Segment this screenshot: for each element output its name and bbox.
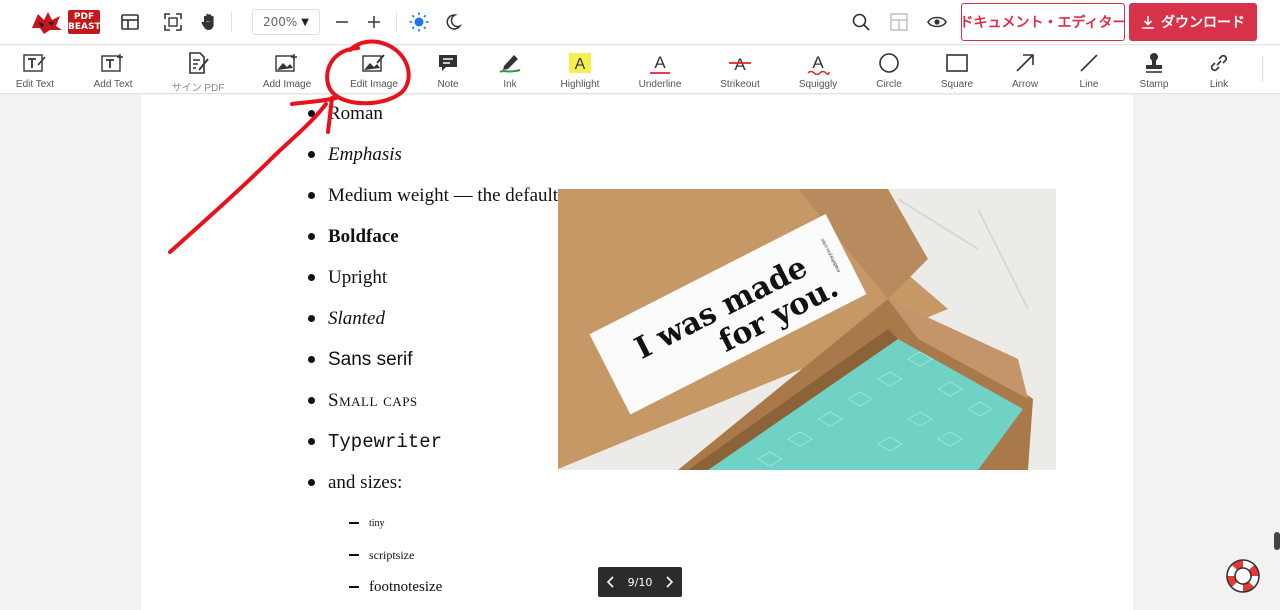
list-item: tiny (349, 507, 442, 539)
zoom-in-icon[interactable] (360, 8, 388, 36)
scrollbar-thumb[interactable] (1274, 532, 1280, 550)
tool-underline[interactable]: A Underline (620, 50, 700, 90)
squiggly-icon: A (807, 53, 830, 75)
square-icon (946, 54, 968, 72)
edit-image-icon (362, 54, 385, 72)
page-indicator: 9/10 (627, 575, 653, 589)
layout-icon[interactable] (116, 8, 144, 36)
next-page-icon[interactable] (661, 572, 677, 592)
circle-icon (879, 53, 899, 73)
embedded-photo[interactable]: I was made for you. madeforyou.com (558, 189, 1056, 470)
document-viewport[interactable]: Roman Emphasis Medium weight — the defau… (0, 95, 1280, 610)
download-label: ダウンロード (1161, 15, 1245, 31)
underline-icon: A (650, 53, 670, 74)
annotation-toolbar: Edit Text Add Text サイン PDF Add Image Edi… (0, 46, 1280, 94)
tool-add-text[interactable]: Add Text (73, 50, 153, 90)
hand-pan-icon[interactable] (195, 8, 223, 36)
line-icon (1080, 54, 1098, 72)
edit-text-icon (23, 54, 46, 72)
list-item: Emphasis (306, 134, 558, 175)
app-logo[interactable]: PDF BEAST (30, 10, 101, 34)
tool-strikeout[interactable]: A Strikeout (700, 50, 780, 90)
document-editor-button[interactable]: ドキュメント・エディター (961, 3, 1125, 41)
header-right: ドキュメント・エディター ダウンロード (847, 3, 1257, 41)
divider (396, 12, 397, 32)
tool-edit-text[interactable]: Edit Text (0, 50, 75, 90)
list-item: Small caps (306, 380, 558, 421)
pdf-page[interactable]: Roman Emphasis Medium weight — the defau… (141, 95, 1133, 610)
pdf-beast-logo: PDF BEAST (68, 10, 101, 34)
list-item: Typewriter (306, 421, 558, 462)
panel-layout-icon[interactable] (885, 8, 913, 36)
dark-mode-icon[interactable] (439, 8, 467, 36)
note-icon (439, 55, 457, 71)
stamp-icon (1146, 53, 1162, 73)
tool-add-image[interactable]: Add Image (247, 50, 327, 90)
list-item: scriptsize (349, 539, 442, 571)
tool-link[interactable]: Link (1179, 50, 1259, 90)
add-text-icon (101, 54, 123, 72)
tool-ink[interactable]: Ink (470, 50, 550, 90)
list-item: small (349, 603, 442, 610)
download-icon (1142, 16, 1154, 29)
list-item: Slanted (306, 298, 558, 339)
prev-page-icon[interactable] (603, 572, 619, 592)
sign-pdf-icon (189, 52, 209, 74)
zoom-out-icon[interactable] (328, 8, 356, 36)
tool-squiggly[interactable]: A Squiggly (778, 50, 858, 90)
svg-text:A: A (575, 56, 586, 73)
link-icon (1210, 54, 1228, 72)
list-item: Boldface (306, 216, 558, 257)
tool-edit-image[interactable]: Edit Image (334, 50, 414, 90)
add-image-icon (275, 54, 297, 72)
svg-text:A: A (812, 53, 824, 72)
tool-highlight[interactable]: A Highlight (540, 50, 620, 90)
divider (231, 12, 232, 32)
list-item: Medium weight — the default (306, 175, 558, 216)
arrow-icon (1016, 54, 1034, 72)
caret-down-icon: ▼ (301, 16, 309, 28)
ink-pen-icon (499, 55, 521, 73)
strikeout-icon: A (729, 55, 751, 74)
list-item: Roman (306, 95, 558, 134)
list-item: footnotesize (349, 571, 442, 603)
eye-preview-icon[interactable] (923, 8, 951, 36)
highlight-icon: A (569, 53, 591, 73)
light-mode-icon[interactable] (405, 8, 433, 36)
tool-sign-pdf[interactable]: サイン PDF (158, 50, 238, 94)
beast-logo-icon (32, 12, 62, 34)
fullscreen-icon[interactable] (159, 8, 187, 36)
lifebuoy-icon[interactable] (1224, 557, 1262, 595)
list-item: Upright (306, 257, 558, 298)
list-item: Sans serif (306, 339, 558, 380)
top-bar: PDF BEAST 200% ▼ ドキュメント・エディター ダウンロード (0, 0, 1280, 45)
size-list: tiny scriptsize footnotesize small (349, 507, 442, 610)
font-style-list: Roman Emphasis Medium weight — the defau… (306, 95, 558, 503)
search-icon[interactable] (847, 8, 875, 36)
svg-text:A: A (654, 53, 666, 72)
page-navigator: 9/10 (598, 567, 682, 597)
zoom-value: 200% (262, 15, 298, 29)
list-item: and sizes: (306, 462, 558, 503)
divider (1262, 56, 1263, 82)
svg-text:A: A (734, 55, 746, 74)
download-button[interactable]: ダウンロード (1129, 3, 1257, 41)
zoom-select[interactable]: 200% ▼ (252, 9, 320, 35)
